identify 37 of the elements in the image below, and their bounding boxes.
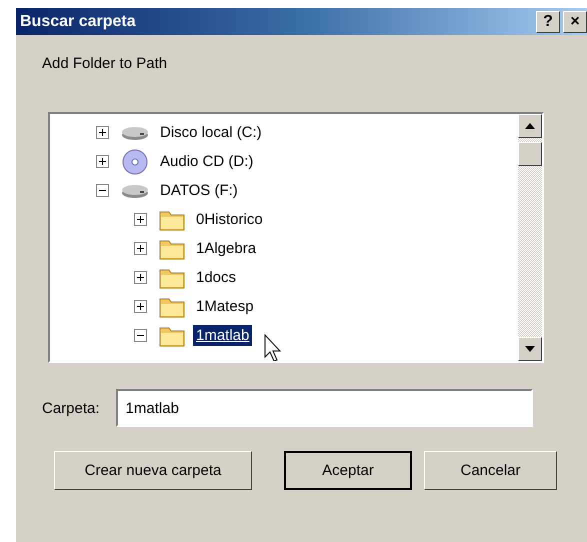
tree-item[interactable]: Disco local (C:) [157, 122, 265, 143]
down-arrow-icon [525, 346, 535, 352]
folder-icon [159, 266, 185, 288]
window-title: Buscar carpeta [20, 12, 136, 30]
expand-toggle[interactable] [96, 155, 109, 168]
folder-icon [159, 296, 185, 318]
folder-icon [159, 238, 185, 260]
close-button[interactable]: × [563, 10, 587, 32]
folder-field[interactable]: 1matlab [116, 389, 533, 427]
collapse-toggle[interactable] [134, 329, 147, 342]
tree-item[interactable]: DATOS (F:) [157, 180, 241, 201]
tree-item[interactable]: 0Historico [193, 209, 266, 230]
scrollbar[interactable] [518, 114, 542, 361]
scroll-up-button[interactable] [518, 114, 542, 138]
disc-icon [121, 148, 149, 174]
expand-toggle[interactable] [134, 271, 147, 284]
collapse-toggle[interactable] [96, 184, 109, 197]
tree-item[interactable]: Audio CD (D:) [157, 151, 256, 172]
prompt-text: Add Folder to Path [42, 55, 168, 72]
accept-button[interactable]: Aceptar [284, 451, 412, 490]
tree-item[interactable]: 1docs [193, 267, 240, 288]
scroll-thumb[interactable] [518, 142, 542, 166]
expand-toggle[interactable] [134, 213, 147, 226]
help-button[interactable]: ? [536, 10, 560, 32]
folder-icon [159, 208, 185, 230]
expand-toggle[interactable] [134, 300, 147, 313]
scroll-down-button[interactable] [518, 337, 542, 361]
field-label: Carpeta: [42, 400, 100, 416]
tree-item[interactable]: 1Matesp [193, 296, 257, 317]
up-arrow-icon [525, 123, 535, 129]
expand-toggle[interactable] [134, 242, 147, 255]
tree-item[interactable]: 1Algebra [193, 238, 260, 259]
tree-item[interactable]: 1matlab [193, 325, 252, 346]
expand-toggle[interactable] [96, 126, 109, 139]
create-folder-button[interactable]: Crear nueva carpeta [54, 451, 252, 490]
folder-icon [159, 324, 185, 346]
cancel-button[interactable]: Cancelar [424, 451, 557, 490]
